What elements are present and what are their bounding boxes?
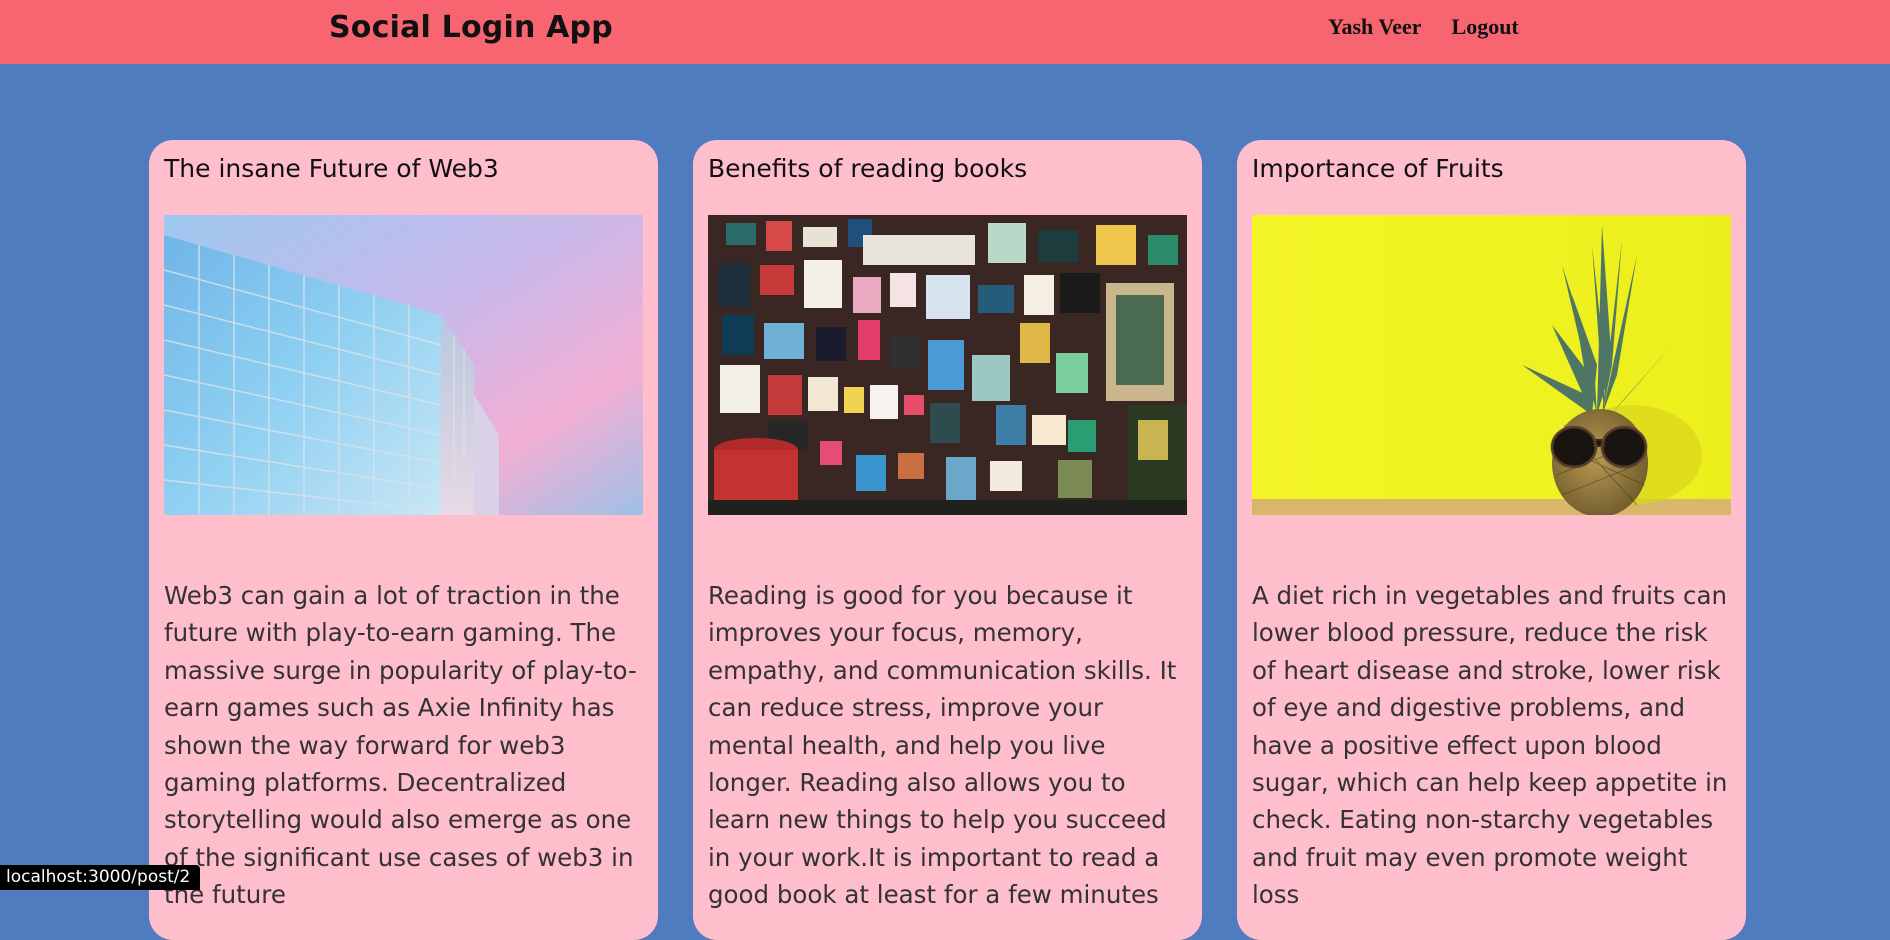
post-title[interactable]: The insane Future of Web3 — [164, 154, 499, 183]
post-body: Web3 can gain a lot of traction in the f… — [164, 581, 637, 910]
post-body: A diet rich in vegetables and fruits can… — [1252, 581, 1728, 910]
post-image[interactable] — [1252, 215, 1731, 515]
post-card[interactable]: Importance of Fruits A diet rich in vege… — [1237, 140, 1746, 940]
logout-link[interactable]: Logout — [1452, 14, 1519, 40]
post-body: Reading is good for you because it impro… — [708, 581, 1177, 910]
user-name-link[interactable]: Yash Veer — [1328, 14, 1422, 40]
post-list: The insane Future of Web3 Web3 can gain … — [149, 140, 1746, 940]
post-title[interactable]: Benefits of reading books — [708, 154, 1027, 183]
pineapple-image — [1252, 215, 1731, 515]
navbar: Social Login App Yash Veer Logout — [0, 0, 1890, 64]
post-card[interactable]: Benefits of reading books Reading is goo… — [693, 140, 1202, 940]
building-image — [164, 215, 643, 515]
post-title[interactable]: Importance of Fruits — [1252, 154, 1504, 183]
post-image[interactable] — [164, 215, 643, 515]
post-card[interactable]: The insane Future of Web3 Web3 can gain … — [149, 140, 658, 940]
brand-title[interactable]: Social Login App — [329, 10, 613, 45]
nav-links: Yash Veer Logout — [1328, 14, 1519, 40]
books-wall-image — [708, 215, 1187, 515]
post-image[interactable] — [708, 215, 1187, 515]
status-bar-url: localhost:3000/post/2 — [0, 865, 201, 890]
